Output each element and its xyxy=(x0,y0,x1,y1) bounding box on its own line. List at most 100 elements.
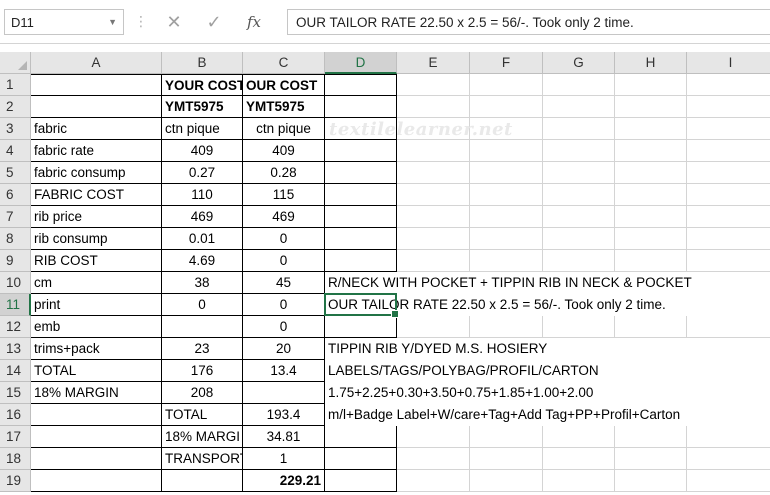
cell-e15[interactable] xyxy=(397,382,470,404)
cell-h3[interactable] xyxy=(615,118,687,140)
cell-b6[interactable]: 110 xyxy=(162,184,243,206)
cell-a8[interactable]: rib consump xyxy=(31,228,162,250)
cell-b2[interactable]: YMT5975 xyxy=(162,96,243,118)
function-icon[interactable]: fx xyxy=(242,12,266,32)
cell-f19[interactable] xyxy=(470,470,543,492)
cell-h5[interactable] xyxy=(615,162,687,184)
cell-e8[interactable] xyxy=(397,228,470,250)
cell-b18[interactable]: TRANSPORT xyxy=(162,448,243,470)
cell-e13[interactable] xyxy=(397,338,470,360)
cell-d11[interactable] xyxy=(325,294,397,316)
cell-i17[interactable] xyxy=(687,426,770,448)
row-header-18[interactable]: 18 xyxy=(0,448,31,470)
cell-f18[interactable] xyxy=(470,448,543,470)
cell-f16[interactable] xyxy=(470,404,543,426)
cell-a16[interactable] xyxy=(31,404,162,426)
cell-f17[interactable] xyxy=(470,426,543,448)
column-header-h[interactable]: H xyxy=(615,52,687,74)
cell-d1[interactable] xyxy=(325,74,397,96)
cell-i7[interactable] xyxy=(687,206,770,228)
cell-a7[interactable]: rib price xyxy=(31,206,162,228)
cell-h4[interactable] xyxy=(615,140,687,162)
column-header-d[interactable]: D xyxy=(325,52,397,74)
cell-h17[interactable] xyxy=(615,426,687,448)
cell-c14[interactable]: 13.4 xyxy=(243,360,325,382)
cell-f6[interactable] xyxy=(470,184,543,206)
cell-e14[interactable] xyxy=(397,360,470,382)
cell-f8[interactable] xyxy=(470,228,543,250)
cell-b12[interactable] xyxy=(162,316,243,338)
cell-e18[interactable] xyxy=(397,448,470,470)
cell-b5[interactable]: 0.27 xyxy=(162,162,243,184)
cell-e12[interactable] xyxy=(397,316,470,338)
cell-g7[interactable] xyxy=(543,206,615,228)
cell-e1[interactable] xyxy=(397,74,470,96)
cell-i16[interactable] xyxy=(687,404,770,426)
cell-g13[interactable] xyxy=(543,338,615,360)
cell-c11[interactable]: 0 xyxy=(243,294,325,316)
cell-d9[interactable] xyxy=(325,250,397,272)
cell-i5[interactable] xyxy=(687,162,770,184)
cell-d5[interactable] xyxy=(325,162,397,184)
cell-b9[interactable]: 4.69 xyxy=(162,250,243,272)
cell-i9[interactable] xyxy=(687,250,770,272)
column-header-i[interactable]: I xyxy=(687,52,770,74)
cell-b16[interactable]: TOTAL xyxy=(162,404,243,426)
cell-a19[interactable] xyxy=(31,470,162,492)
cell-c4[interactable]: 409 xyxy=(243,140,325,162)
cell-i10[interactable] xyxy=(687,272,770,294)
cell-a6[interactable]: FABRIC COST xyxy=(31,184,162,206)
cell-h12[interactable] xyxy=(615,316,687,338)
row-header-15[interactable]: 15 xyxy=(0,382,31,404)
cell-f4[interactable] xyxy=(470,140,543,162)
cell-d13[interactable] xyxy=(325,338,397,360)
cell-g10[interactable] xyxy=(543,272,615,294)
cell-h14[interactable] xyxy=(615,360,687,382)
row-header-17[interactable]: 17 xyxy=(0,426,31,448)
cell-f7[interactable] xyxy=(470,206,543,228)
cell-i14[interactable] xyxy=(687,360,770,382)
cell-a10[interactable]: cm xyxy=(31,272,162,294)
cell-d18[interactable] xyxy=(325,448,397,470)
cell-g11[interactable] xyxy=(543,294,615,316)
cell-d8[interactable] xyxy=(325,228,397,250)
cell-h18[interactable] xyxy=(615,448,687,470)
cell-c3[interactable]: ctn pique xyxy=(243,118,325,140)
cell-e17[interactable] xyxy=(397,426,470,448)
chevron-down-icon[interactable]: ▼ xyxy=(108,17,117,27)
cell-d2[interactable] xyxy=(325,96,397,118)
cell-e6[interactable] xyxy=(397,184,470,206)
cell-f14[interactable] xyxy=(470,360,543,382)
cell-c5[interactable]: 0.28 xyxy=(243,162,325,184)
cell-b8[interactable]: 0.01 xyxy=(162,228,243,250)
cell-g17[interactable] xyxy=(543,426,615,448)
column-header-a[interactable]: A xyxy=(31,52,162,74)
cell-e19[interactable] xyxy=(397,470,470,492)
cell-h16[interactable] xyxy=(615,404,687,426)
column-header-c[interactable]: C xyxy=(243,52,325,74)
cell-b7[interactable]: 469 xyxy=(162,206,243,228)
column-header-b[interactable]: B xyxy=(162,52,243,74)
cell-i12[interactable] xyxy=(687,316,770,338)
cell-h8[interactable] xyxy=(615,228,687,250)
cell-h10[interactable] xyxy=(615,272,687,294)
cell-f3[interactable] xyxy=(470,118,543,140)
row-header-1[interactable]: 1 xyxy=(0,74,31,96)
row-header-19[interactable]: 19 xyxy=(0,470,31,492)
cell-g3[interactable] xyxy=(543,118,615,140)
cell-c8[interactable]: 0 xyxy=(243,228,325,250)
cell-c17[interactable]: 34.81 xyxy=(243,426,325,448)
row-header-2[interactable]: 2 xyxy=(0,96,31,118)
cell-f5[interactable] xyxy=(470,162,543,184)
row-header-6[interactable]: 6 xyxy=(0,184,31,206)
column-header-e[interactable]: E xyxy=(397,52,470,74)
cell-e7[interactable] xyxy=(397,206,470,228)
row-header-16[interactable]: 16 xyxy=(0,404,31,426)
cell-c10[interactable]: 45 xyxy=(243,272,325,294)
cell-g5[interactable] xyxy=(543,162,615,184)
formula-input[interactable]: OUR TAILOR RATE 22.50 x 2.5 = 56/-. Took… xyxy=(287,9,770,35)
cell-h2[interactable] xyxy=(615,96,687,118)
cell-i18[interactable] xyxy=(687,448,770,470)
cell-d17[interactable] xyxy=(325,426,397,448)
cell-c19[interactable]: 229.21 xyxy=(243,470,325,492)
